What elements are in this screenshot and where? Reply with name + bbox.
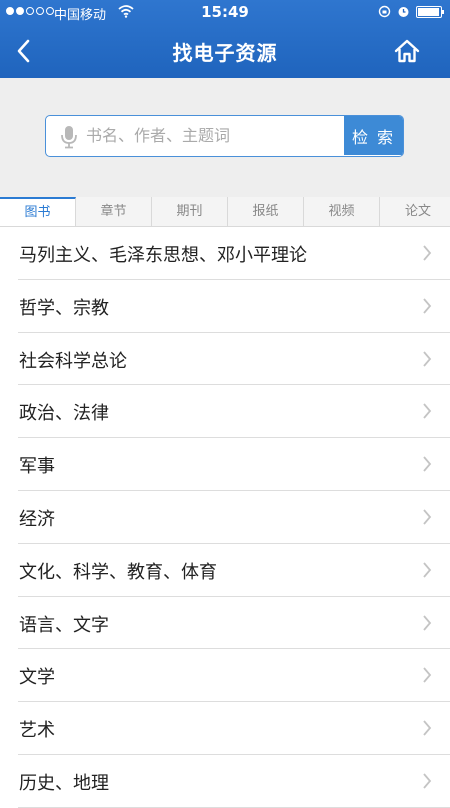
category-label: 历史、地理 [19, 772, 109, 794]
chevron-right-icon [423, 351, 432, 367]
category-label: 哲学、宗教 [19, 297, 109, 319]
page-title: 找电子资源 [172, 41, 278, 65]
category-label: 语言、文字 [19, 614, 109, 636]
chevron-right-icon [423, 509, 432, 525]
category-label: 社会科学总论 [19, 350, 127, 372]
category-list: 马列主义、毛泽东思想、邓小平理论 哲学、宗教 社会科学总论 政治、法律 军事 经… [0, 227, 450, 808]
chevron-right-icon [423, 245, 432, 261]
rotation-lock-icon [378, 5, 391, 18]
chevron-right-icon [423, 773, 432, 789]
nav-bar: 找电子资源 [0, 24, 450, 78]
list-item[interactable]: 社会科学总论 [18, 333, 450, 386]
tab-papers[interactable]: 论文 [380, 197, 450, 226]
list-item[interactable]: 军事 [18, 438, 450, 491]
status-bar: 中国移动 15:49 [0, 0, 450, 24]
home-icon [394, 39, 420, 63]
chevron-right-icon [423, 562, 432, 578]
category-label: 军事 [19, 456, 55, 478]
list-item[interactable]: 艺术 [18, 702, 450, 755]
tab-books[interactable]: 图书 [0, 197, 76, 226]
category-label: 政治、法律 [19, 403, 109, 425]
chevron-right-icon [423, 667, 432, 683]
microphone-icon[interactable] [60, 125, 78, 149]
chevron-right-icon [423, 403, 432, 419]
chevron-right-icon [423, 720, 432, 736]
resource-type-tabs: 图书 章节 期刊 报纸 视频 论文 [0, 197, 450, 227]
list-item[interactable]: 经济 [18, 491, 450, 544]
list-item[interactable]: 马列主义、毛泽东思想、邓小平理论 [18, 227, 450, 280]
list-item[interactable]: 政治、法律 [18, 385, 450, 439]
category-label: 经济 [19, 508, 55, 530]
search-area: 检 索 [0, 78, 450, 197]
chevron-right-icon [423, 298, 432, 314]
list-item[interactable]: 哲学、宗教 [18, 280, 450, 333]
home-button[interactable] [390, 34, 424, 68]
tab-newspapers[interactable]: 报纸 [228, 197, 304, 226]
app-header: 中国移动 15:49 找电子资源 [0, 0, 450, 78]
search-box: 检 索 [45, 115, 404, 157]
category-label: 艺术 [19, 720, 55, 742]
chevron-right-icon [423, 614, 432, 631]
list-item[interactable]: 语言、文字 [18, 597, 450, 650]
alarm-icon [398, 7, 409, 17]
search-button[interactable]: 检 索 [344, 116, 403, 155]
tab-chapters[interactable]: 章节 [76, 197, 152, 226]
category-label: 文学 [19, 667, 55, 689]
list-item[interactable]: 文化、科学、教育、体育 [18, 544, 450, 597]
battery-icon [416, 5, 444, 18]
category-label: 马列主义、毛泽东思想、邓小平理论 [19, 245, 307, 266]
tab-journals[interactable]: 期刊 [152, 197, 228, 226]
category-label: 文化、科学、教育、体育 [19, 561, 217, 583]
list-item[interactable]: 文学 [18, 649, 450, 703]
search-input[interactable] [86, 116, 344, 155]
tab-videos[interactable]: 视频 [304, 197, 380, 226]
chevron-right-icon [423, 456, 432, 472]
